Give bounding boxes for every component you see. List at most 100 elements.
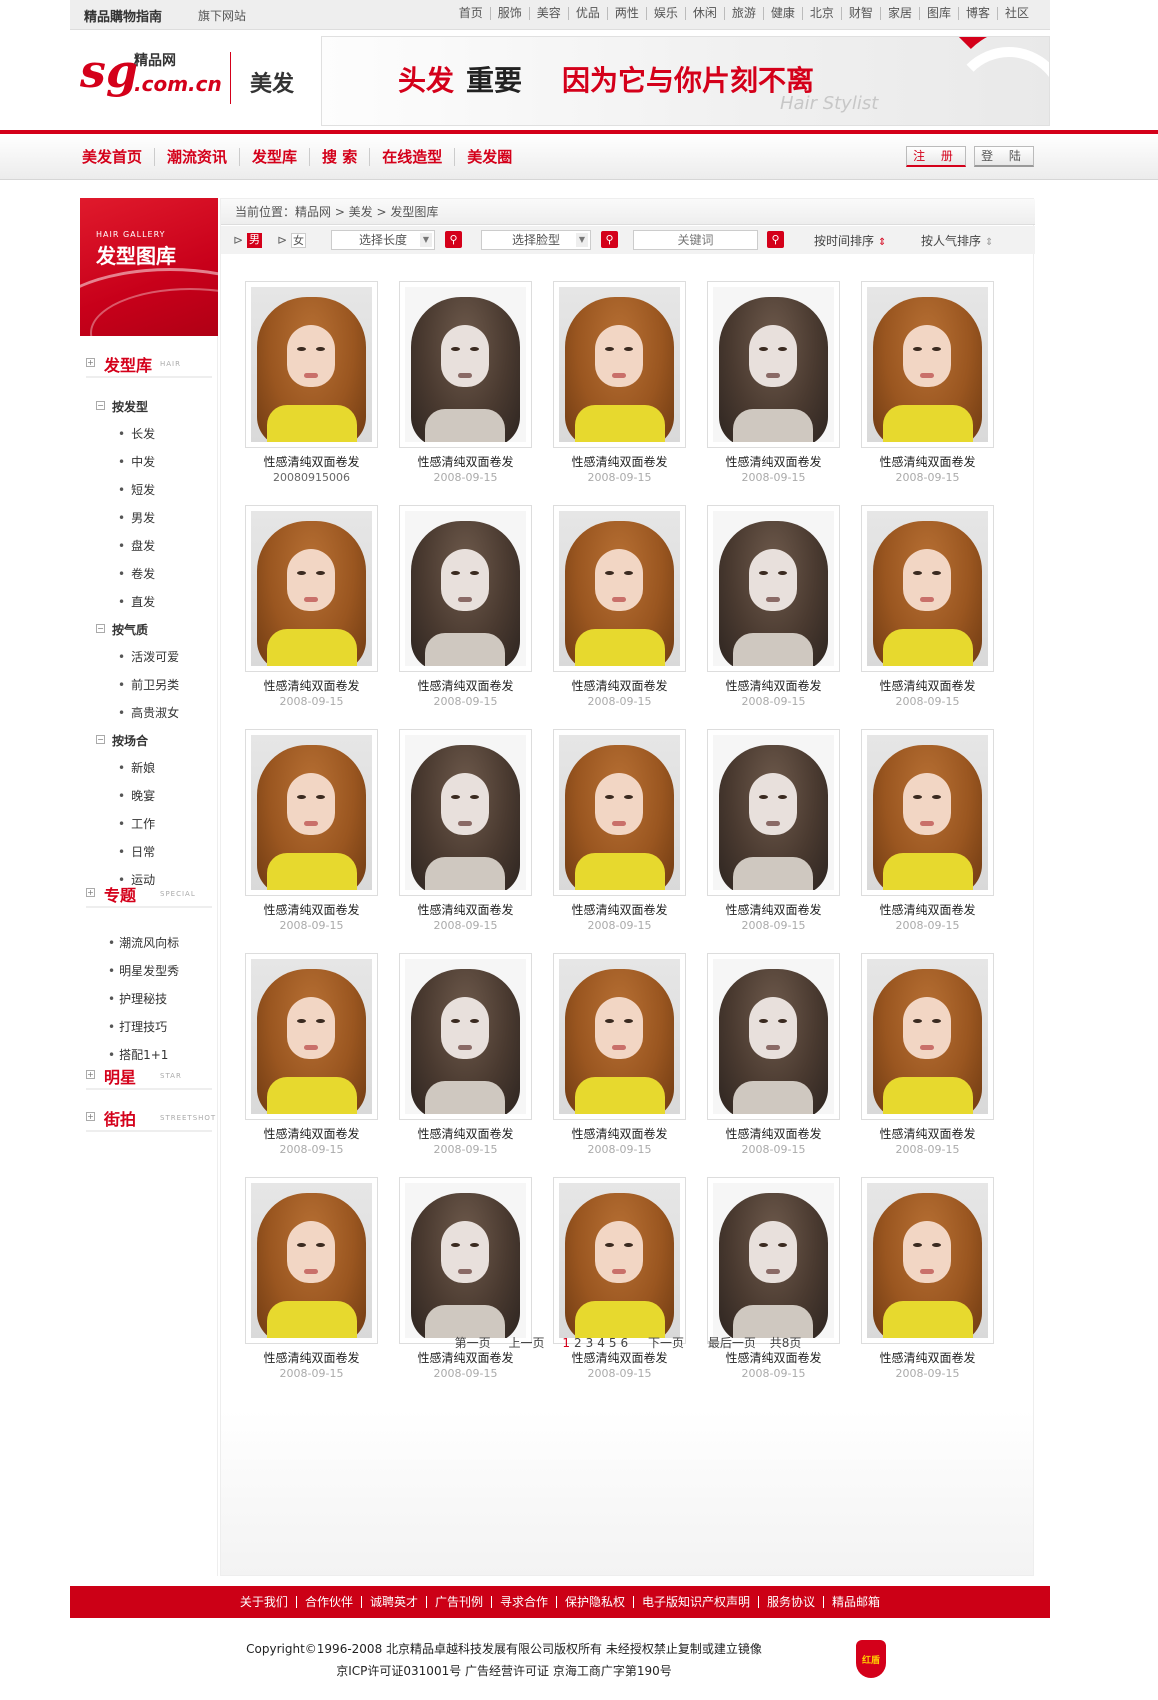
footer-link[interactable]: 服务协议 bbox=[758, 1596, 823, 1608]
hairstyle-thumbnail[interactable] bbox=[861, 281, 994, 448]
hairstyle-thumbnail[interactable] bbox=[707, 505, 840, 672]
hairstyle-thumbnail[interactable] bbox=[245, 729, 378, 896]
hairstyle-card[interactable]: 性感清纯双面卷发 2008-09-15 bbox=[707, 729, 840, 939]
expand-icon[interactable]: + bbox=[86, 1070, 95, 1079]
hairstyle-thumbnail[interactable] bbox=[553, 505, 686, 672]
hairstyle-title[interactable]: 性感清纯双面卷发 bbox=[245, 453, 378, 470]
hairstyle-title[interactable]: 性感清纯双面卷发 bbox=[399, 453, 532, 470]
sidebar-section-title[interactable]: 发型库 bbox=[104, 352, 152, 376]
hairstyle-card[interactable]: 性感清纯双面卷发 20080915006 bbox=[245, 281, 378, 491]
sort-by-time[interactable]: 按时间排序 ⇕ bbox=[814, 232, 886, 249]
nav-item[interactable]: 美发圈 bbox=[454, 148, 524, 166]
sidebar-item[interactable]: 日常 bbox=[118, 843, 155, 860]
hairstyle-card[interactable]: 性感清纯双面卷发 2008-09-15 bbox=[245, 505, 378, 715]
top-link[interactable]: 首页 bbox=[452, 7, 490, 20]
footer-link[interactable]: 关于我们 bbox=[232, 1596, 296, 1608]
top-link[interactable]: 家居 bbox=[879, 7, 919, 20]
brand-name[interactable]: 精品購物指南 bbox=[84, 6, 162, 25]
sidebar-item[interactable]: 前卫另类 bbox=[118, 676, 179, 693]
sidebar-item[interactable]: 长发 bbox=[118, 425, 155, 442]
hairstyle-title[interactable]: 性感清纯双面卷发 bbox=[861, 453, 994, 470]
hairstyle-title[interactable]: 性感清纯双面卷发 bbox=[553, 677, 686, 694]
red-shield-badge-icon[interactable]: 红盾 bbox=[856, 1640, 886, 1678]
top-link[interactable]: 北京 bbox=[801, 7, 841, 20]
hairstyle-title[interactable]: 性感清纯双面卷发 bbox=[553, 901, 686, 918]
hairstyle-thumbnail[interactable] bbox=[245, 281, 378, 448]
top-link[interactable]: 博客 bbox=[957, 7, 997, 20]
sidebar-item[interactable]: 中发 bbox=[118, 453, 155, 470]
hairstyle-title[interactable]: 性感清纯双面卷发 bbox=[553, 1349, 686, 1366]
hairstyle-title[interactable]: 性感清纯双面卷发 bbox=[707, 677, 840, 694]
hairstyle-card[interactable]: 性感清纯双面卷发 2008-09-15 bbox=[399, 729, 532, 939]
footer-link[interactable]: 诚聘英才 bbox=[360, 1596, 426, 1608]
hairstyle-thumbnail[interactable] bbox=[399, 281, 532, 448]
hairstyle-title[interactable]: 性感清纯双面卷发 bbox=[707, 1125, 840, 1142]
page-number[interactable]: 3 bbox=[586, 1336, 594, 1350]
first-page-link[interactable]: 第一页 bbox=[455, 1336, 491, 1350]
sidebar-item[interactable]: 卷发 bbox=[118, 565, 155, 582]
hairstyle-card[interactable]: 性感清纯双面卷发 2008-09-15 bbox=[553, 281, 686, 491]
hairstyle-title[interactable]: 性感清纯双面卷发 bbox=[707, 1349, 840, 1366]
top-link[interactable]: 美容 bbox=[528, 7, 568, 20]
top-link[interactable]: 优品 bbox=[567, 7, 607, 20]
hairstyle-thumbnail[interactable] bbox=[553, 1177, 686, 1344]
hairstyle-card[interactable]: 性感清纯双面卷发 2008-09-15 bbox=[399, 505, 532, 715]
hairstyle-card[interactable]: 性感清纯双面卷发 2008-09-15 bbox=[861, 953, 994, 1163]
top-link[interactable]: 财智 bbox=[840, 7, 880, 20]
sidebar-item[interactable]: 盘发 bbox=[118, 537, 155, 554]
hairstyle-card[interactable]: 性感清纯双面卷发 2008-09-15 bbox=[707, 1177, 840, 1387]
expand-icon[interactable]: + bbox=[86, 1112, 95, 1121]
footer-link[interactable]: 电子版知识产权声明 bbox=[633, 1596, 758, 1608]
subsites-label[interactable]: 旗下网站 bbox=[198, 7, 246, 24]
hairstyle-card[interactable]: 性感清纯双面卷发 2008-09-15 bbox=[861, 1177, 994, 1387]
hairstyle-title[interactable]: 性感清纯双面卷发 bbox=[245, 1125, 378, 1142]
hairstyle-title[interactable]: 性感清纯双面卷发 bbox=[399, 901, 532, 918]
collapse-icon[interactable]: − bbox=[96, 624, 105, 633]
length-select[interactable]: 选择长度 ▼ bbox=[331, 230, 435, 250]
sidebar-item[interactable]: 新娘 bbox=[118, 759, 155, 776]
last-page-link[interactable]: 最后一页 bbox=[708, 1336, 756, 1350]
collapse-icon[interactable]: − bbox=[96, 735, 105, 744]
footer-link[interactable]: 精品邮箱 bbox=[823, 1596, 888, 1608]
hairstyle-thumbnail[interactable] bbox=[861, 953, 994, 1120]
hairstyle-title[interactable]: 性感清纯双面卷发 bbox=[245, 1349, 378, 1366]
top-link[interactable]: 社区 bbox=[996, 7, 1036, 20]
hairstyle-thumbnail[interactable] bbox=[245, 1177, 378, 1344]
sidebar-item[interactable]: 工作 bbox=[118, 815, 155, 832]
hairstyle-thumbnail[interactable] bbox=[399, 1177, 532, 1344]
hairstyle-card[interactable]: 性感清纯双面卷发 2008-09-15 bbox=[707, 505, 840, 715]
sidebar-special-item[interactable]: 打理技巧 bbox=[108, 1018, 167, 1035]
hairstyle-thumbnail[interactable] bbox=[707, 953, 840, 1120]
hairstyle-thumbnail[interactable] bbox=[707, 1177, 840, 1344]
expand-icon[interactable]: + bbox=[86, 358, 95, 367]
hairstyle-card[interactable]: 性感清纯双面卷发 2008-09-15 bbox=[553, 953, 686, 1163]
hairstyle-card[interactable]: 性感清纯双面卷发 2008-09-15 bbox=[553, 729, 686, 939]
sidebar-group-title[interactable]: 按场合 bbox=[112, 732, 148, 749]
keyword-input[interactable]: 关键词 bbox=[633, 230, 758, 250]
sidebar-item[interactable]: 活泼可爱 bbox=[118, 648, 179, 665]
hairstyle-thumbnail[interactable] bbox=[399, 505, 532, 672]
sidebar-item[interactable]: 直发 bbox=[118, 593, 155, 610]
hairstyle-thumbnail[interactable] bbox=[553, 729, 686, 896]
hairstyle-card[interactable]: 性感清纯双面卷发 2008-09-15 bbox=[707, 953, 840, 1163]
sidebar-group-title[interactable]: 按气质 bbox=[112, 621, 148, 638]
hairstyle-title[interactable]: 性感清纯双面卷发 bbox=[399, 1349, 532, 1366]
nav-item[interactable]: 搜 索 bbox=[309, 148, 369, 166]
hairstyle-thumbnail[interactable] bbox=[707, 281, 840, 448]
footer-link[interactable]: 广告刊例 bbox=[425, 1596, 491, 1608]
hairstyle-title[interactable]: 性感清纯双面卷发 bbox=[861, 677, 994, 694]
hairstyle-title[interactable]: 性感清纯双面卷发 bbox=[861, 1349, 994, 1366]
sidebar-special-item[interactable]: 护理秘技 bbox=[108, 990, 167, 1007]
hairstyle-card[interactable]: 性感清纯双面卷发 2008-09-15 bbox=[861, 505, 994, 715]
search-icon[interactable]: ⚲ bbox=[767, 231, 784, 248]
hairstyle-title[interactable]: 性感清纯双面卷发 bbox=[245, 901, 378, 918]
footer-link[interactable]: 寻求合作 bbox=[490, 1596, 556, 1608]
hairstyle-thumbnail[interactable] bbox=[707, 729, 840, 896]
top-link[interactable]: 两性 bbox=[606, 7, 646, 20]
page-number[interactable]: 6 bbox=[621, 1336, 629, 1350]
page-number[interactable]: 2 bbox=[574, 1336, 582, 1350]
nav-item[interactable]: 美发首页 bbox=[70, 148, 154, 166]
register-button[interactable]: 注 册 bbox=[906, 146, 966, 167]
hairstyle-title[interactable]: 性感清纯双面卷发 bbox=[707, 453, 840, 470]
hairstyle-thumbnail[interactable] bbox=[245, 953, 378, 1120]
